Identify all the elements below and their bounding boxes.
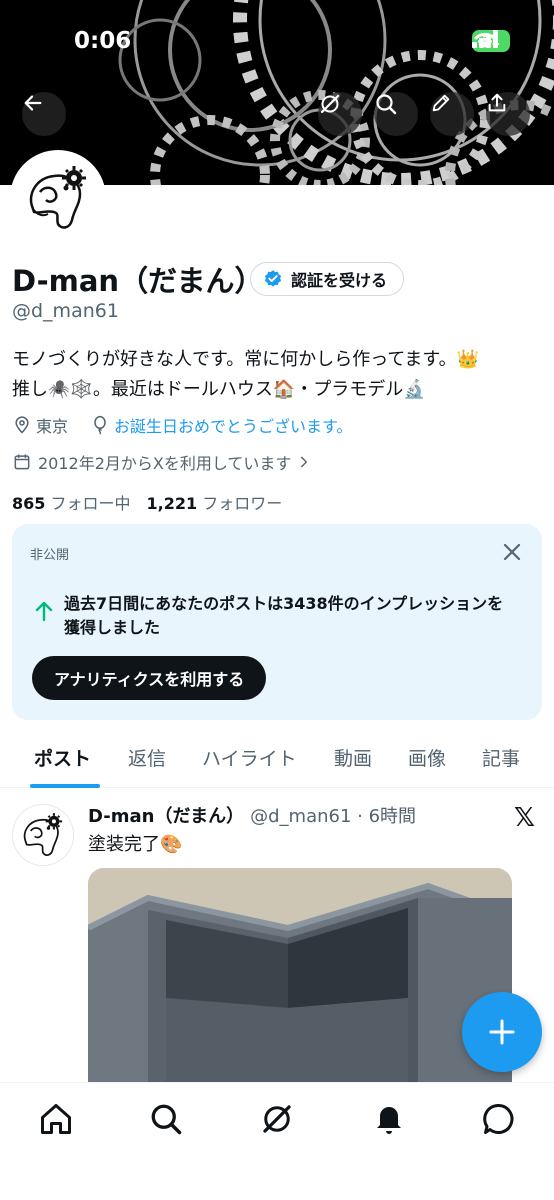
search-button[interactable] [374, 92, 418, 136]
verify-label: 認証を受ける [291, 271, 388, 290]
post-author-name[interactable]: D-man（だまん） [88, 802, 244, 828]
grok-icon [320, 94, 340, 114]
chevron-right-icon [301, 456, 308, 468]
profile-tabs: ポスト 返信 ハイライト 動画 画像 記事 [0, 730, 554, 788]
verified-badge-icon [264, 270, 282, 287]
following-link[interactable]: 865 フォロー中 [12, 490, 131, 514]
ram-gear-avatar-image [13, 805, 73, 865]
share-icon [488, 93, 506, 112]
compose-fab-button[interactable] [462, 992, 542, 1072]
profile-handle: @d_man61 [12, 300, 119, 322]
x-logo-icon: 𝕏 [514, 803, 535, 833]
home-icon[interactable] [38, 1101, 74, 1137]
post-image[interactable] [88, 868, 512, 1082]
bio-line-1: モノづくりが好きな人です。常に何かしら作ってます。👑 [12, 349, 480, 370]
pencil-icon [432, 94, 450, 112]
share-button[interactable] [486, 92, 530, 136]
joined-row[interactable]: 2012年2月からXを利用しています [12, 450, 311, 474]
wifi-icon [474, 32, 496, 48]
status-time: 0:06 [74, 28, 132, 54]
search-icon[interactable] [148, 1101, 184, 1137]
followers-link[interactable]: 1,221 フォロワー [147, 490, 283, 514]
profile-name: D-man（だまん） [12, 264, 264, 298]
private-tag: 非公開 [30, 548, 70, 563]
back-button[interactable] [22, 92, 66, 136]
followers-label: フォロワー [202, 494, 283, 513]
status-bar: 0:06 21 [0, 0, 554, 80]
tab-images[interactable]: 画像 [408, 744, 446, 771]
location-text: 東京 [36, 417, 69, 436]
following-label: フォロー中 [50, 494, 131, 513]
analytics-card: 非公開 過去7日間にあなたのポストは3438件のインプレッションを獲得しました … [12, 524, 542, 720]
notifications-bell-icon[interactable] [371, 1101, 407, 1137]
profile-bio: モノづくりが好きな人です。常に何かしら作ってます。👑 推し🕷️🕸️。最近はドール… [12, 345, 542, 405]
location-pin-icon [15, 416, 29, 434]
plus-icon [489, 1019, 515, 1045]
bottom-navigation [0, 1082, 554, 1200]
post-avatar[interactable] [12, 804, 74, 866]
profile-avatar[interactable] [10, 150, 106, 246]
messages-icon[interactable] [481, 1101, 517, 1137]
following-count: 865 [12, 494, 46, 513]
post-meta: @d_man61 · 6時間 [250, 806, 417, 827]
follow-stats: 865 フォロー中 1,221 フォロワー [12, 490, 282, 514]
profile-meta-row: 東京 お誕生日おめでとうございます。 [12, 413, 352, 437]
birthday-link[interactable]: お誕生日おめでとうございます。 [114, 413, 352, 437]
post-text: 塗装完了🎨 [88, 834, 183, 855]
balloon-icon [94, 415, 106, 435]
tab-articles[interactable]: 記事 [482, 744, 520, 771]
ram-gear-avatar-image [14, 154, 102, 242]
grok-button[interactable] [318, 92, 362, 136]
post-header: D-man（だまん） @d_man61 · 6時間 [88, 802, 416, 828]
bio-line-2: 推し🕷️🕸️。最近はドールハウス🏠・プラモデル🔬 [12, 379, 426, 400]
get-verified-button[interactable]: 認証を受ける [250, 262, 405, 296]
tab-highlights[interactable]: ハイライト [202, 744, 297, 771]
grok-icon[interactable] [259, 1101, 295, 1137]
tab-posts[interactable]: ポスト [34, 744, 91, 771]
analytics-button[interactable]: アナリティクスを利用する [32, 656, 267, 700]
edit-button[interactable] [430, 92, 474, 136]
search-icon [376, 94, 397, 115]
calendar-icon [14, 454, 30, 470]
active-tab-indicator [30, 784, 100, 788]
joined-text: 2012年2月からXを利用しています [38, 454, 292, 473]
tab-videos[interactable]: 動画 [334, 744, 372, 771]
close-icon[interactable] [500, 540, 524, 564]
status-icons: 21 [472, 30, 510, 52]
arrow-up-icon [35, 601, 53, 622]
arrow-left-icon [24, 95, 42, 111]
followers-count: 1,221 [146, 494, 198, 513]
impressions-text: 過去7日間にあなたのポストは3438件のインプレッションを獲得しました [64, 594, 504, 637]
painted-box-photo [88, 868, 512, 1082]
tab-replies[interactable]: 返信 [128, 744, 166, 771]
